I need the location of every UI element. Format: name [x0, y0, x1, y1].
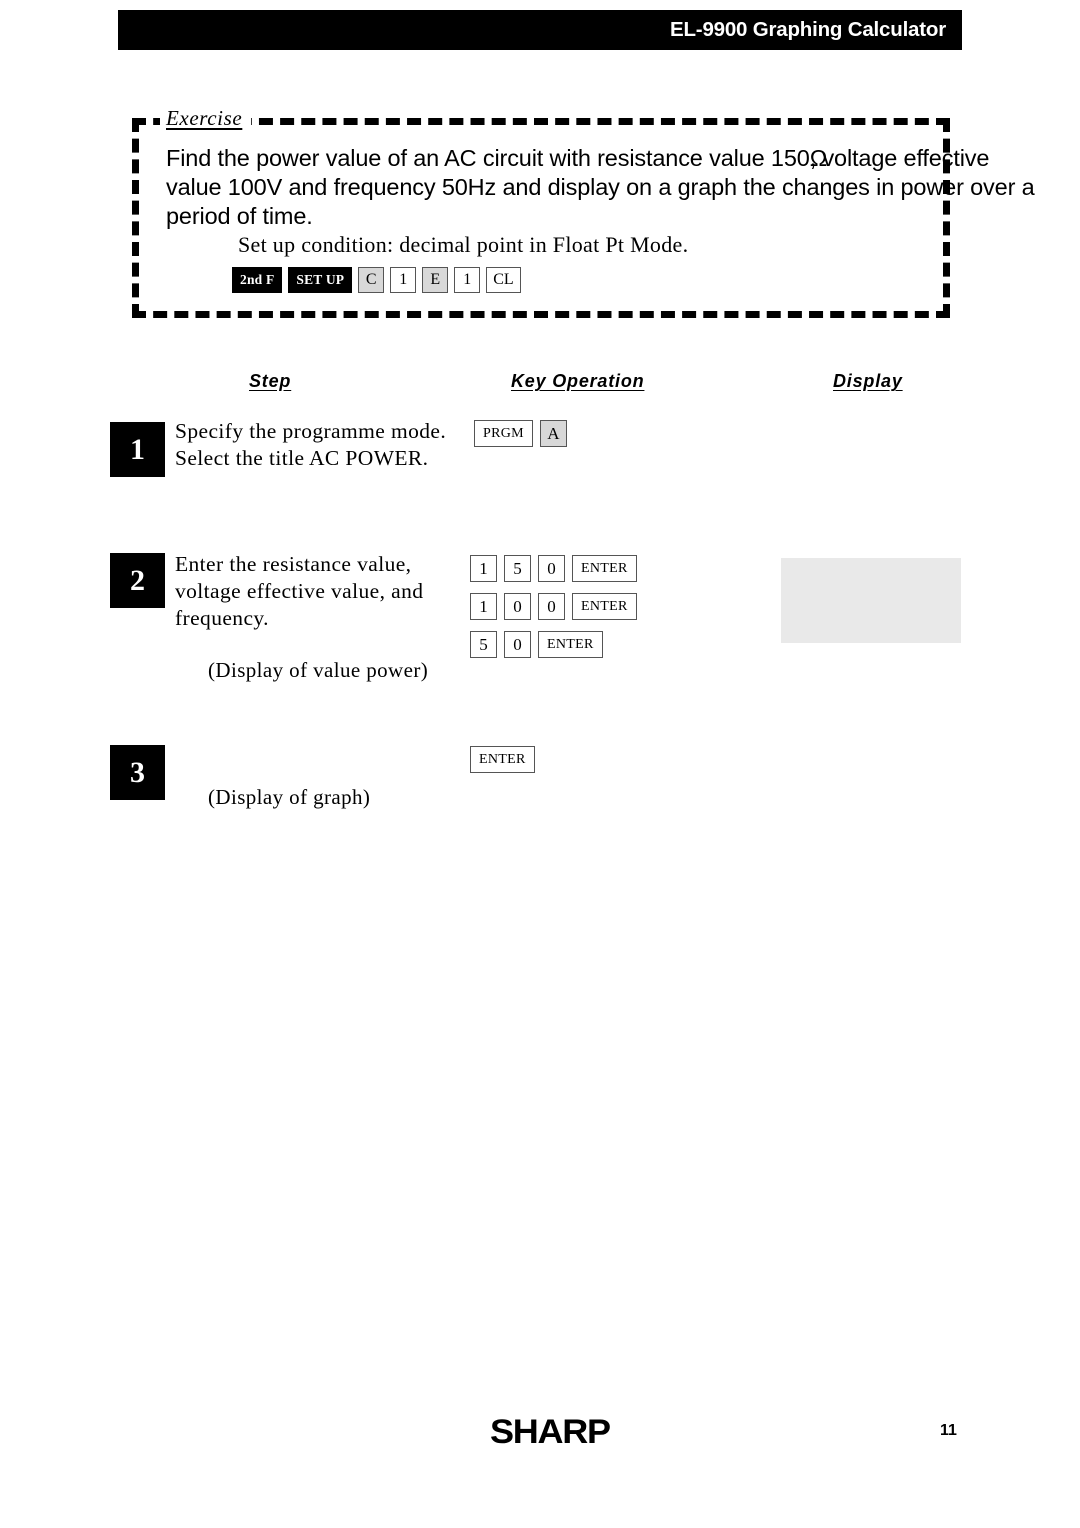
sharp-logo: SHARP — [490, 1413, 611, 1451]
step-2-line-1: Enter the resistance value, — [175, 552, 412, 576]
key-0[interactable]: 0 — [504, 631, 531, 658]
exercise-label: Exercise — [160, 106, 252, 131]
step-1-line-2: Select the title AC POWER. — [175, 446, 429, 470]
key-prgm[interactable]: PRGM — [474, 420, 533, 447]
key-enter[interactable]: ENTER — [572, 593, 637, 620]
key-5[interactable]: 5 — [504, 555, 531, 582]
page-header-bar: EL-9900 Graphing Calculator — [118, 10, 962, 50]
step-1-line-1: Specify the programme mode. — [175, 419, 447, 443]
step-3-note: (Display of graph) — [208, 785, 371, 809]
key-cl[interactable]: CL — [486, 267, 521, 293]
step-badge-1: 1 — [110, 422, 165, 477]
step-3-key-sequence: ENTER — [470, 746, 535, 773]
key-1-b[interactable]: 1 — [454, 267, 481, 293]
step-2-line-2: voltage effective value, and — [175, 579, 424, 603]
step-description-1: Specify the programme mode. Select the t… — [175, 418, 446, 472]
setup-condition-line: Set up condition: decimal point in Float… — [238, 232, 689, 257]
key-0[interactable]: 0 — [538, 555, 565, 582]
key-0[interactable]: 0 — [538, 593, 565, 620]
column-header-display: Display — [833, 371, 903, 391]
key-a[interactable]: A — [539, 420, 567, 447]
key-enter[interactable]: ENTER — [470, 746, 535, 773]
step-2-key-row-3: 5 0 ENTER — [470, 631, 603, 658]
manual-page: EL-9900 Graphing Calculator Exercise Fin… — [0, 0, 1080, 1528]
column-header-key-operation: Key Operation — [511, 371, 645, 391]
key-set-up[interactable]: SET UP — [288, 267, 353, 293]
page-title: EL-9900 Graphing Calculator — [670, 18, 946, 41]
display-screenshot-placeholder — [781, 558, 961, 643]
exercise-description: Find the power value of an AC circuit wi… — [166, 145, 1035, 229]
step-description-2: Enter the resistance value, voltage effe… — [175, 551, 423, 632]
key-enter[interactable]: ENTER — [572, 555, 637, 582]
step-badge-3: 3 — [110, 745, 165, 800]
step-2-line-3: frequency. — [175, 606, 269, 630]
exercise-text-part1: Find the power value of an AC circuit wi… — [166, 145, 810, 171]
column-header-step: Step — [249, 371, 292, 391]
page-number: 11 — [940, 1422, 957, 1439]
key-2nd-f[interactable]: 2nd F — [232, 267, 283, 293]
key-1-a[interactable]: 1 — [390, 267, 417, 293]
key-1[interactable]: 1 — [470, 593, 497, 620]
step-2-note: (Display of value power) — [208, 658, 429, 682]
step-2-key-row-2: 1 0 0 ENTER — [470, 593, 637, 620]
key-5[interactable]: 5 — [470, 631, 497, 658]
key-c[interactable]: C — [358, 267, 385, 293]
step-2-key-row-1: 1 5 0 ENTER — [470, 555, 637, 582]
step-1-key-sequence: PRGM A — [474, 420, 567, 447]
key-0[interactable]: 0 — [504, 593, 531, 620]
key-1[interactable]: 1 — [470, 555, 497, 582]
setup-key-sequence: 2nd F SET UP C 1 E 1 CL — [232, 267, 521, 293]
step-badge-2: 2 — [110, 553, 165, 608]
key-enter[interactable]: ENTER — [538, 631, 603, 658]
key-e[interactable]: E — [422, 267, 449, 293]
